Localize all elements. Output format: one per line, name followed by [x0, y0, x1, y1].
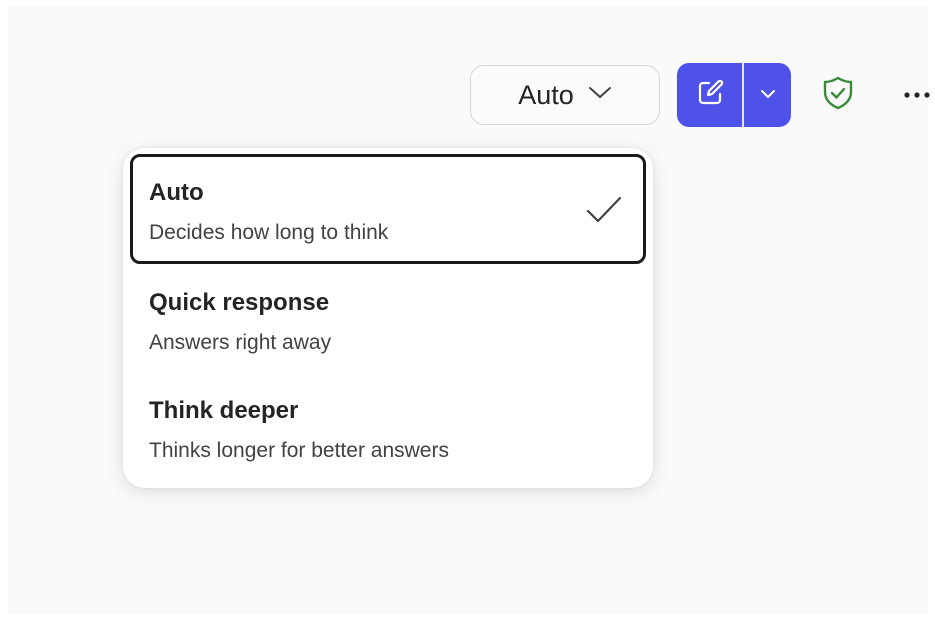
checkmark-icon: [585, 194, 623, 226]
chevron-down-icon: [760, 86, 776, 104]
option-title: Auto: [149, 179, 204, 206]
chevron-down-icon: [588, 86, 612, 105]
mode-dropdown: Auto Decides how long to think Quick res…: [123, 148, 653, 488]
compose-menu-button[interactable]: [744, 63, 791, 127]
option-quick-response[interactable]: Quick response Answers right away: [130, 264, 646, 374]
shield-button[interactable]: [818, 75, 858, 115]
mode-select-value: Auto: [518, 79, 574, 110]
option-auto[interactable]: Auto Decides how long to think: [130, 154, 646, 264]
mode-select[interactable]: Auto: [470, 65, 660, 125]
option-description: Decides how long to think: [149, 221, 389, 244]
more-horizontal-icon: [903, 86, 931, 104]
split-divider: [742, 63, 744, 127]
option-description: Answers right away: [149, 331, 332, 354]
shield-check-icon: [822, 76, 854, 115]
option-title: Think deeper: [149, 397, 299, 424]
compose-button[interactable]: [677, 63, 742, 127]
option-description: Thinks longer for better answers: [149, 439, 449, 462]
compose-split-button: [677, 63, 791, 127]
more-button[interactable]: [896, 75, 935, 115]
compose-icon: [695, 78, 725, 113]
option-think-deeper[interactable]: Think deeper Thinks longer for better an…: [130, 372, 646, 482]
option-title: Quick response: [149, 289, 330, 316]
